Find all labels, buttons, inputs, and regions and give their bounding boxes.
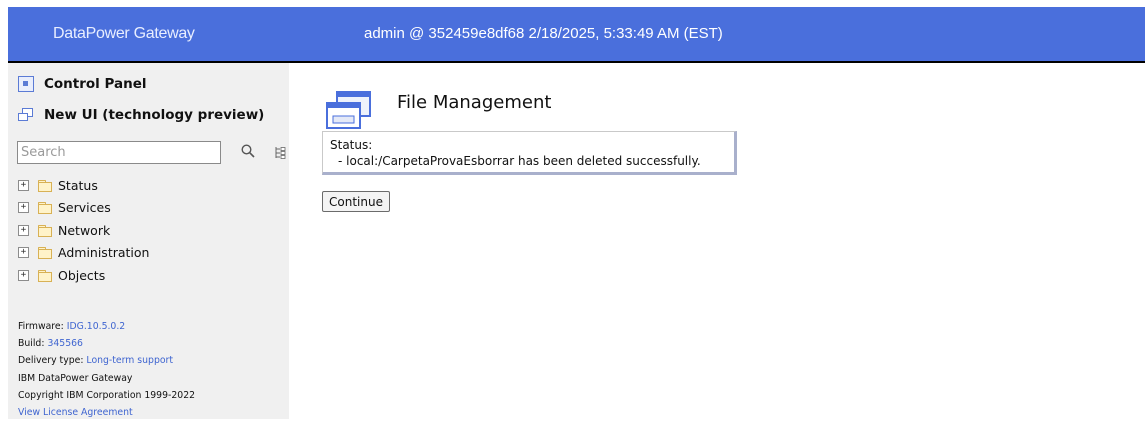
build-row: Build: 345566 bbox=[18, 335, 195, 352]
firmware-label: Firmware: bbox=[18, 321, 64, 332]
new-ui-label: New UI (technology preview) bbox=[44, 107, 265, 123]
windows-icon bbox=[18, 107, 34, 123]
expand-icon[interactable]: + bbox=[18, 202, 29, 214]
tree-item-network[interactable]: + Network bbox=[18, 219, 149, 242]
folder-icon bbox=[38, 179, 52, 192]
firmware-value: IDG.10.5.0.2 bbox=[66, 321, 126, 332]
build-label: Build: bbox=[18, 338, 45, 350]
brand-title: DataPower Gateway bbox=[53, 25, 195, 42]
tree-view-icon[interactable] bbox=[274, 146, 286, 160]
folder-icon bbox=[38, 269, 52, 282]
top-header: DataPower Gateway admin @ 352459e8df68 2… bbox=[8, 7, 1145, 63]
folder-icon bbox=[38, 247, 52, 260]
firmware-info: Firmware: IDG.10.5.0.2 Build: 345566 Del… bbox=[18, 318, 195, 421]
control-panel-icon bbox=[18, 76, 34, 92]
delivery-label: Delivery type: bbox=[18, 355, 84, 367]
nav-tree: + Status + Services + Network + Administ… bbox=[18, 174, 149, 287]
tree-item-label: Network bbox=[58, 222, 111, 238]
search-input[interactable] bbox=[17, 141, 221, 164]
expand-icon[interactable]: + bbox=[18, 247, 29, 259]
control-panel-link[interactable]: Control Panel bbox=[18, 76, 147, 92]
status-label: Status: bbox=[330, 138, 373, 152]
status-box: Status: - local:/CarpetaProvaEsborrar ha… bbox=[322, 131, 737, 175]
tree-item-label: Objects bbox=[58, 267, 106, 283]
folder-icon bbox=[38, 202, 52, 215]
new-ui-link[interactable]: New UI (technology preview) bbox=[18, 107, 264, 123]
search-bar bbox=[17, 141, 286, 164]
firmware-row: Firmware: IDG.10.5.0.2 bbox=[18, 318, 195, 335]
delivery-value: Long-term support bbox=[86, 355, 174, 367]
expand-icon[interactable]: + bbox=[18, 179, 29, 191]
license-link[interactable]: View License Agreement bbox=[18, 407, 133, 418]
tree-item-label: Status bbox=[58, 177, 98, 193]
tree-item-objects[interactable]: + Objects bbox=[18, 264, 149, 287]
folder-icon bbox=[38, 224, 52, 237]
delivery-row: Delivery type: Long-term support bbox=[18, 352, 195, 369]
tree-item-status[interactable]: + Status bbox=[18, 174, 149, 197]
tree-item-services[interactable]: + Services bbox=[18, 197, 149, 220]
control-panel-label: Control Panel bbox=[44, 76, 147, 92]
tree-item-administration[interactable]: + Administration bbox=[18, 242, 149, 265]
expand-icon[interactable]: + bbox=[18, 269, 29, 281]
build-value: 345566 bbox=[47, 338, 83, 350]
status-message: - local:/CarpetaProvaEsborrar has been d… bbox=[338, 154, 701, 168]
product-name: IBM DataPower Gateway bbox=[18, 372, 133, 384]
sidebar: Control Panel New UI (technology preview… bbox=[8, 63, 289, 419]
copyright-text: Copyright IBM Corporation 1999-2022 bbox=[18, 389, 196, 401]
search-icon[interactable] bbox=[241, 144, 255, 158]
tree-item-label: Administration bbox=[58, 245, 150, 261]
page-title: File Management bbox=[397, 92, 552, 113]
expand-icon[interactable]: + bbox=[18, 224, 29, 236]
tree-item-label: Services bbox=[58, 200, 111, 216]
continue-button[interactable]: Continue bbox=[322, 191, 390, 212]
file-management-icon bbox=[326, 91, 371, 129]
session-info: admin @ 352459e8df68 2/18/2025, 5:33:49 … bbox=[364, 25, 723, 42]
